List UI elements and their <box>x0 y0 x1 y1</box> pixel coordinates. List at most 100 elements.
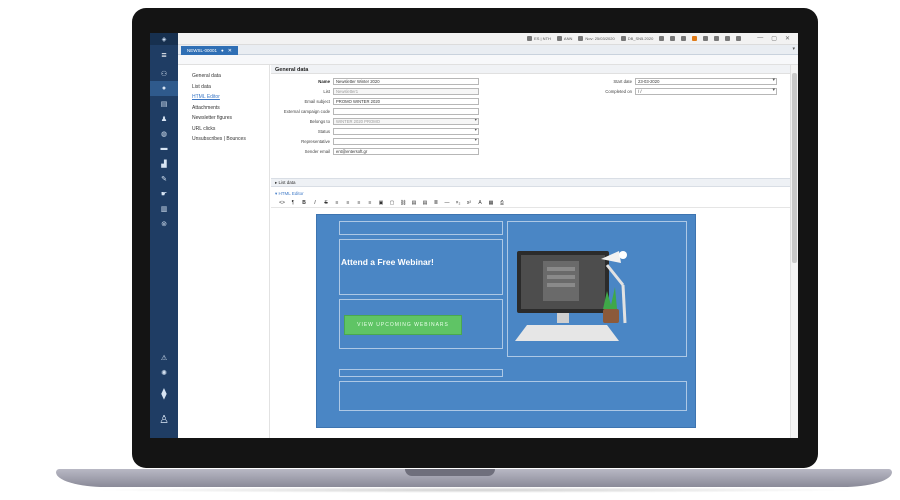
bold-icon[interactable]: B <box>301 200 307 206</box>
date-indicator[interactable]: Nov: 25/03/2020 <box>578 36 615 41</box>
plant-pot <box>603 309 619 323</box>
box-icon[interactable]: ◍ <box>150 126 178 141</box>
home-icon[interactable] <box>681 36 687 41</box>
image-icon[interactable]: ▣ <box>378 200 384 206</box>
circle-icon[interactable]: ● <box>150 81 178 96</box>
sidebar: ◈ ≡ ⚇ ● ▤ ♟ ◍ ▬ ▟ ✎ ☛ ▥ ⊚ ⚠ ✺ ⧫ ♙ <box>150 33 178 438</box>
nav-html-editor[interactable]: HTML Editor <box>192 92 269 103</box>
html-editor-section[interactable]: ▾ HTML Editor <box>271 190 790 198</box>
warning-icon[interactable]: ⚠ <box>150 350 178 365</box>
align-justify-icon[interactable]: ≡ <box>367 200 373 206</box>
calendar-icon <box>578 36 584 41</box>
database-indicator[interactable]: DB_SN5.2020 <box>620 36 653 41</box>
horizontal-rule-icon[interactable]: — <box>444 200 450 206</box>
user-icon <box>556 36 562 41</box>
field-belongs-to: Belongs to WINTER 2020 PROMO <box>271 117 479 125</box>
sender-email-input[interactable]: ent@entersoft.gr <box>333 147 479 155</box>
field-list: List Newsletter1 <box>271 87 479 95</box>
list-input[interactable]: Newsletter1 <box>333 87 479 95</box>
database-icon <box>620 36 626 41</box>
list-data-section[interactable]: ▸ List data <box>271 178 790 187</box>
print-icon[interactable]: ⎙ <box>499 200 505 206</box>
chevron-down-icon[interactable]: ▾ <box>792 46 795 52</box>
hand-icon[interactable]: ☛ <box>150 186 178 201</box>
nav-newsletter-figures[interactable]: Newsletter figures <box>192 113 269 124</box>
laptop-shadow <box>90 487 860 493</box>
field-sender-email: Sender email ent@entersoft.gr <box>271 147 479 155</box>
search-icon[interactable] <box>659 36 665 41</box>
html-editor-canvas[interactable]: Attend a Free Webinar! VIEW UPCOMING WEB… <box>271 208 790 438</box>
email-subject-input[interactable]: PROMO WINTER 2020 <box>333 97 479 105</box>
table-icon[interactable]: ▤ <box>411 200 417 206</box>
email-headline: Attend a Free Webinar! <box>341 257 434 267</box>
alert-icon[interactable] <box>692 36 698 41</box>
italic-icon[interactable]: I <box>312 200 318 206</box>
lamp-bulb <box>619 251 627 259</box>
special-block-icon[interactable]: ▦ <box>488 200 494 206</box>
paragraph-icon[interactable]: ¶ <box>290 200 296 206</box>
book-icon[interactable]: ▤ <box>150 96 178 111</box>
nav-unsubscribes[interactable]: Unsubscribes | Bounces <box>192 134 269 145</box>
gear-icon[interactable]: ✺ <box>150 365 178 380</box>
align-center-icon[interactable]: ≡ <box>345 200 351 206</box>
tab-close-icon[interactable]: ✕ <box>228 48 232 54</box>
tab-newsletter[interactable]: NEWSL-00001 ● ✕ <box>181 46 238 55</box>
link-icon[interactable]: ⛓ <box>400 200 406 206</box>
users-icon[interactable]: ⚇ <box>150 66 178 81</box>
robot-icon[interactable]: ♙ <box>150 406 178 432</box>
align-left-icon[interactable]: ≡ <box>334 200 340 206</box>
belongs-to-select[interactable]: WINTER 2020 PROMO <box>333 117 479 125</box>
minimize-button[interactable]: — <box>757 35 763 42</box>
list-icon[interactable]: ≣ <box>433 200 439 206</box>
chart-icon[interactable]: ▟ <box>150 156 178 171</box>
settings-circle-icon[interactable]: ⊚ <box>150 216 178 231</box>
edit-icon[interactable] <box>714 36 720 41</box>
subscript-icon[interactable]: ×₂ <box>455 200 461 206</box>
info-icon[interactable] <box>725 36 731 41</box>
email-header-frame <box>339 221 503 235</box>
company-indicator[interactable]: ES | NTH <box>527 36 551 41</box>
representative-select[interactable] <box>333 137 479 145</box>
source-code-icon[interactable]: <> <box>279 200 285 206</box>
start-date-input[interactable]: 23-03-2020 <box>635 77 777 85</box>
app-screen: ES | NTH ANN Nov: 25/03/2020 DB_SN5.2020… <box>150 33 798 438</box>
field-campaign-code: External campaign code <box>271 107 479 115</box>
scrollbar-thumb[interactable] <box>792 73 797 263</box>
status-select[interactable] <box>333 127 479 135</box>
menu-icon[interactable]: ≡ <box>150 50 178 60</box>
close-button[interactable]: ✕ <box>785 35 790 42</box>
nav-general-data[interactable]: General data <box>192 71 269 82</box>
window-line-2 <box>547 275 575 279</box>
truck-icon[interactable]: ▬ <box>150 141 178 156</box>
section-nav: General data List data HTML Editor Attac… <box>178 65 270 438</box>
bar-chart-icon[interactable]: ▥ <box>150 201 178 216</box>
nav-attachments[interactable]: Attachments <box>192 103 269 114</box>
window-line-3 <box>547 283 575 287</box>
text-color-icon[interactable]: A <box>477 200 483 206</box>
frame-icon[interactable]: ▢ <box>389 200 395 206</box>
pin-icon[interactable]: ⧫ <box>150 380 178 406</box>
nav-list-data[interactable]: List data <box>192 82 269 93</box>
print-icon[interactable] <box>670 36 676 41</box>
person-icon[interactable]: ♟ <box>150 111 178 126</box>
strikethrough-icon[interactable]: S <box>323 200 329 206</box>
email-template: Attend a Free Webinar! VIEW UPCOMING WEB… <box>316 214 696 428</box>
view-webinars-button[interactable]: VIEW UPCOMING WEBINARS <box>344 315 462 335</box>
table-edit-icon[interactable]: ▤ <box>422 200 428 206</box>
tab-strip: NEWSL-00001 ● ✕ ▾ <box>178 45 798 55</box>
name-input[interactable]: Newsletter Winter 2020 <box>333 77 479 85</box>
campaign-code-input[interactable] <box>333 107 479 115</box>
font-icon[interactable] <box>703 36 709 41</box>
user-indicator[interactable]: ANN <box>556 36 572 41</box>
window-controls: — ▢ ✕ <box>757 35 790 42</box>
superscript-icon[interactable]: x² <box>466 200 472 206</box>
align-right-icon[interactable]: ≡ <box>356 200 362 206</box>
vertical-scrollbar[interactable] <box>790 65 798 438</box>
completed-on-input[interactable]: / / <box>635 87 777 95</box>
nav-url-clicks[interactable]: URL clicks <box>192 124 269 135</box>
field-completed-on: Completed on / / <box>587 87 777 95</box>
maximize-button[interactable]: ▢ <box>771 35 777 42</box>
help-icon[interactable] <box>736 36 742 41</box>
edit-icon[interactable]: ✎ <box>150 171 178 186</box>
pin-dot-icon[interactable]: ● <box>221 48 224 53</box>
